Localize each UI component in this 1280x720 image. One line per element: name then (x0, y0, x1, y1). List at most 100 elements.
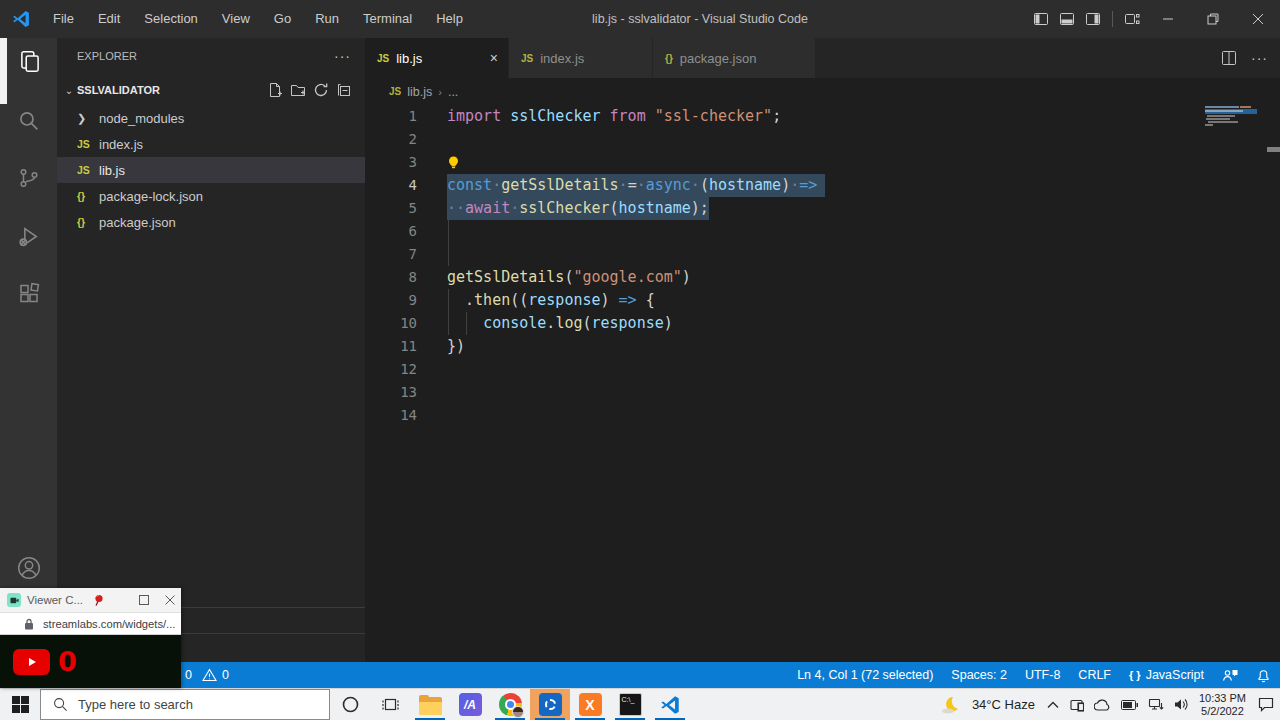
vscode-taskbar-button[interactable] (650, 689, 690, 720)
viewer-address-bar[interactable]: streamlabs.com/widgets/... (0, 612, 181, 635)
viewer-titlebar[interactable]: Viewer C... (0, 588, 181, 612)
breadcrumb-file[interactable]: lib.js (407, 85, 432, 99)
tab-package.json[interactable]: {}package.json (653, 38, 816, 78)
lightbulb-icon[interactable] (446, 155, 461, 170)
explorer-more-actions-icon[interactable]: ··· (334, 48, 351, 64)
tree-item-package-lock.json[interactable]: {}package-lock.json (57, 183, 365, 209)
js-file-icon: JS (77, 138, 99, 150)
code-line-9[interactable]: 9 .then((response) => { (365, 289, 1280, 312)
status-ln-4-col-1-72-selected-[interactable]: Ln 4, Col 1 (72 selected) (788, 668, 942, 682)
warnings-count[interactable]: 0 (222, 668, 229, 682)
breadcrumb[interactable]: JS lib.js › ... (365, 78, 1280, 105)
new-folder-icon[interactable] (290, 82, 306, 98)
battery-icon[interactable] (1121, 700, 1138, 710)
menu-selection[interactable]: Selection (132, 0, 209, 38)
minimap[interactable] (1205, 105, 1262, 645)
customize-layout-icon[interactable] (1119, 0, 1145, 38)
file-explorer-button[interactable] (410, 689, 450, 720)
status-javascript[interactable]: { }JavaScript (1120, 668, 1213, 682)
code-editor[interactable]: 1import sslChecker from "ssl-checker";23… (365, 105, 1280, 662)
menu-edit[interactable]: Edit (86, 0, 132, 38)
restore-button[interactable] (1190, 0, 1235, 38)
streamlabs-button[interactable] (530, 689, 570, 720)
split-editor-icon[interactable] (1221, 50, 1237, 66)
status-spaces-2[interactable]: Spaces: 2 (942, 668, 1016, 682)
warnings-icon[interactable] (202, 668, 217, 682)
tray-expand-icon[interactable] (1047, 701, 1059, 709)
task-view-button[interactable] (370, 689, 410, 720)
titlebar-divider (1112, 11, 1113, 27)
status-crlf[interactable]: CRLF (1069, 668, 1120, 682)
toggle-secondary-sidebar-icon[interactable] (1080, 0, 1106, 38)
code-line-10[interactable]: 10 console.log(response) (365, 312, 1280, 335)
terminal-button[interactable]: C:\_ (610, 689, 650, 720)
code-line-12[interactable]: 12 (365, 358, 1280, 381)
tree-item-lib.js[interactable]: JSlib.js (57, 157, 365, 183)
search-icon[interactable] (0, 96, 57, 144)
taskbar-search-input[interactable]: Type here to search (40, 689, 330, 720)
new-file-icon[interactable] (267, 82, 283, 98)
breadcrumb-symbol[interactable]: ... (448, 85, 458, 99)
code-line-4[interactable]: 4const·getSslDetails·=·async·(hostname)·… (365, 174, 1280, 197)
refresh-icon[interactable] (313, 82, 329, 98)
close-button[interactable] (1235, 0, 1280, 38)
minimize-button[interactable] (1145, 0, 1190, 38)
xampp-button[interactable]: X (570, 689, 610, 720)
feedback-icon[interactable] (1213, 668, 1247, 683)
folder-section-header[interactable]: ⌄ SSLVALIDATOR (57, 78, 365, 102)
run-debug-icon[interactable] (0, 212, 57, 260)
code-line-1[interactable]: 1import sslChecker from "ssl-checker"; (365, 105, 1280, 128)
code-line-2[interactable]: 2 (365, 128, 1280, 151)
code-line-7[interactable]: 7 (365, 243, 1280, 266)
code-line-8[interactable]: 8getSslDetails("google.com") (365, 266, 1280, 289)
menu-help[interactable]: Help (424, 0, 475, 38)
tab-lib.js[interactable]: JSlib.js× (365, 38, 509, 78)
toggle-panel-icon[interactable] (1054, 0, 1080, 38)
viewer-close-button[interactable] (165, 595, 175, 605)
toggle-sidebar-icon[interactable] (1028, 0, 1054, 38)
viewer-url[interactable]: streamlabs.com/widgets/... (43, 618, 175, 630)
tab-index.js[interactable]: JSindex.js (509, 38, 653, 78)
device-icon[interactable] (1069, 698, 1084, 712)
notifications-bell-icon[interactable] (1247, 668, 1280, 683)
purple-app-button[interactable]: /A (450, 689, 490, 720)
weather-icon[interactable] (940, 695, 962, 715)
weather-text[interactable]: 34°C Haze (972, 697, 1035, 712)
action-center-icon[interactable] (1258, 697, 1274, 712)
collapse-folders-icon[interactable] (336, 82, 352, 98)
code-line-5[interactable]: 5··await·sslChecker(hostname); (365, 197, 1280, 220)
tree-item-package.json[interactable]: {}package.json (57, 209, 365, 235)
explorer-icon[interactable] (0, 38, 57, 86)
line-number: 3 (365, 151, 417, 174)
code-line-14[interactable]: 14 (365, 404, 1280, 427)
source-control-icon[interactable] (0, 154, 57, 202)
breadcrumb-separator-icon: › (438, 86, 442, 98)
onedrive-icon[interactable] (1094, 699, 1111, 711)
menu-view[interactable]: View (210, 0, 262, 38)
editor-more-actions-icon[interactable]: ··· (1251, 50, 1268, 66)
cortana-button[interactable] (330, 689, 370, 720)
menu-run[interactable]: Run (303, 0, 351, 38)
account-icon[interactable] (0, 544, 57, 592)
menu-terminal[interactable]: Terminal (351, 0, 424, 38)
status-utf-8[interactable]: UTF-8 (1016, 668, 1069, 682)
pin-icon[interactable] (92, 593, 106, 607)
tree-item-index.js[interactable]: JSindex.js (57, 131, 365, 157)
network-icon[interactable] (1148, 698, 1164, 711)
volume-icon[interactable] (1174, 698, 1189, 711)
close-tab-icon[interactable]: × (490, 50, 498, 66)
viewer-maximize-button[interactable] (139, 595, 149, 605)
chrome-button[interactable] (490, 689, 530, 720)
start-button[interactable] (0, 689, 40, 720)
tree-item-node_modules[interactable]: ❯node_modules (57, 105, 365, 131)
extensions-icon[interactable] (0, 270, 57, 318)
taskbar-clock[interactable]: 10:33 PM 5/2/2022 (1199, 692, 1246, 718)
menu-file[interactable]: File (41, 0, 86, 38)
code-line-13[interactable]: 13 (365, 381, 1280, 404)
errors-count[interactable]: 0 (185, 668, 192, 682)
overview-ruler-selection-mark (1267, 147, 1280, 152)
code-line-6[interactable]: 6 (365, 220, 1280, 243)
menu-go[interactable]: Go (262, 0, 303, 38)
code-line-3[interactable]: 3 (365, 151, 1280, 174)
code-line-11[interactable]: 11}) (365, 335, 1280, 358)
